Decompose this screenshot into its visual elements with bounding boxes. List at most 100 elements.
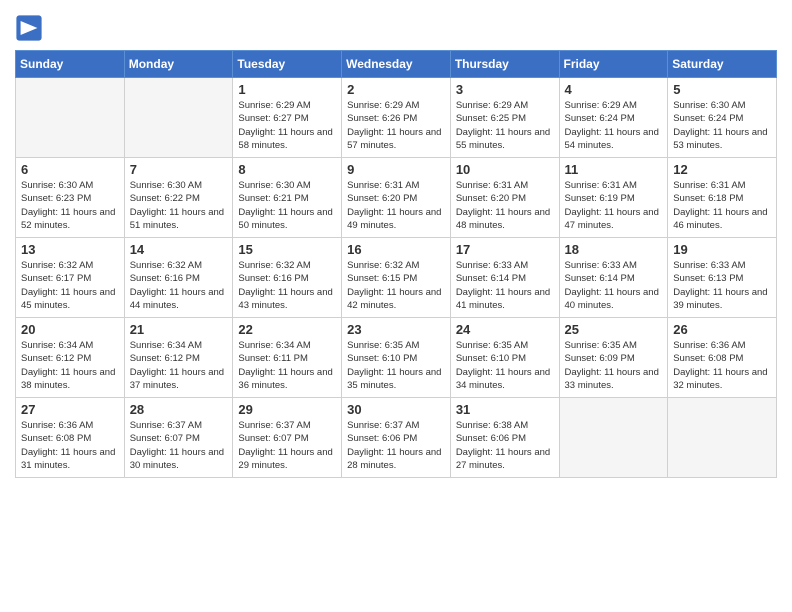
day-info: Sunrise: 6:30 AM Sunset: 6:24 PM Dayligh… xyxy=(673,99,771,152)
calendar-cell xyxy=(559,398,668,478)
calendar-cell: 13 Sunrise: 6:32 AM Sunset: 6:17 PM Dayli… xyxy=(16,238,125,318)
day-number: 21 xyxy=(130,322,228,337)
day-info: Sunrise: 6:36 AM Sunset: 6:08 PM Dayligh… xyxy=(673,339,771,392)
day-info: Sunrise: 6:37 AM Sunset: 6:07 PM Dayligh… xyxy=(238,419,336,472)
day-info: Sunrise: 6:33 AM Sunset: 6:14 PM Dayligh… xyxy=(565,259,663,312)
day-info: Sunrise: 6:31 AM Sunset: 6:19 PM Dayligh… xyxy=(565,179,663,232)
day-number: 19 xyxy=(673,242,771,257)
calendar-cell xyxy=(668,398,777,478)
day-info: Sunrise: 6:34 AM Sunset: 6:11 PM Dayligh… xyxy=(238,339,336,392)
calendar-week-row: 27 Sunrise: 6:36 AM Sunset: 6:08 PM Dayli… xyxy=(16,398,777,478)
calendar-header-row: SundayMondayTuesdayWednesdayThursdayFrid… xyxy=(16,51,777,78)
day-number: 30 xyxy=(347,402,445,417)
column-header-friday: Friday xyxy=(559,51,668,78)
day-number: 22 xyxy=(238,322,336,337)
day-info: Sunrise: 6:30 AM Sunset: 6:22 PM Dayligh… xyxy=(130,179,228,232)
day-number: 2 xyxy=(347,82,445,97)
day-info: Sunrise: 6:35 AM Sunset: 6:09 PM Dayligh… xyxy=(565,339,663,392)
day-number: 16 xyxy=(347,242,445,257)
day-info: Sunrise: 6:29 AM Sunset: 6:24 PM Dayligh… xyxy=(565,99,663,152)
day-number: 6 xyxy=(21,162,119,177)
day-number: 10 xyxy=(456,162,554,177)
calendar-cell: 14Sunrise: 6:32 AM Sunset: 6:16 PM Dayli… xyxy=(124,238,233,318)
calendar-cell: 6Sunrise: 6:30 AM Sunset: 6:23 PM Daylig… xyxy=(16,158,125,238)
column-header-tuesday: Tuesday xyxy=(233,51,342,78)
day-number: 13 xyxy=(21,242,119,257)
calendar-cell: 30 Sunrise: 6:37 AM Sunset: 6:06 PM Dayli… xyxy=(342,398,451,478)
day-number: 3 xyxy=(456,82,554,97)
day-info: Sunrise: 6:34 AM Sunset: 6:12 PM Dayligh… xyxy=(21,339,119,392)
calendar-week-row: 6Sunrise: 6:30 AM Sunset: 6:23 PM Daylig… xyxy=(16,158,777,238)
day-number: 4 xyxy=(565,82,663,97)
calendar-cell: 4 Sunrise: 6:29 AM Sunset: 6:24 PM Daylig… xyxy=(559,78,668,158)
calendar-cell: 15Sunrise: 6:32 AM Sunset: 6:16 PM Dayli… xyxy=(233,238,342,318)
calendar-cell: 1 Sunrise: 6:29 AM Sunset: 6:27 PM Daylig… xyxy=(233,78,342,158)
day-info: Sunrise: 6:31 AM Sunset: 6:20 PM Dayligh… xyxy=(347,179,445,232)
calendar-cell: 22 Sunrise: 6:34 AM Sunset: 6:11 PM Dayli… xyxy=(233,318,342,398)
day-info: Sunrise: 6:29 AM Sunset: 6:25 PM Dayligh… xyxy=(456,99,554,152)
calendar-cell: 24Sunrise: 6:35 AM Sunset: 6:10 PM Dayli… xyxy=(450,318,559,398)
calendar-cell: 20 Sunrise: 6:34 AM Sunset: 6:12 PM Dayli… xyxy=(16,318,125,398)
day-number: 7 xyxy=(130,162,228,177)
calendar-cell: 10 Sunrise: 6:31 AM Sunset: 6:20 PM Dayli… xyxy=(450,158,559,238)
day-number: 12 xyxy=(673,162,771,177)
day-number: 26 xyxy=(673,322,771,337)
day-number: 29 xyxy=(238,402,336,417)
calendar-cell: 21 Sunrise: 6:34 AM Sunset: 6:12 PM Dayli… xyxy=(124,318,233,398)
day-info: Sunrise: 6:32 AM Sunset: 6:16 PM Dayligh… xyxy=(130,259,228,312)
day-number: 24 xyxy=(456,322,554,337)
day-number: 28 xyxy=(130,402,228,417)
day-info: Sunrise: 6:31 AM Sunset: 6:18 PM Dayligh… xyxy=(673,179,771,232)
column-header-saturday: Saturday xyxy=(668,51,777,78)
day-info: Sunrise: 6:31 AM Sunset: 6:20 PM Dayligh… xyxy=(456,179,554,232)
day-number: 9 xyxy=(347,162,445,177)
day-info: Sunrise: 6:29 AM Sunset: 6:26 PM Dayligh… xyxy=(347,99,445,152)
page-header xyxy=(15,10,777,42)
calendar-table: SundayMondayTuesdayWednesdayThursdayFrid… xyxy=(15,50,777,478)
calendar-cell xyxy=(124,78,233,158)
day-info: Sunrise: 6:36 AM Sunset: 6:08 PM Dayligh… xyxy=(21,419,119,472)
calendar-cell: 28 Sunrise: 6:37 AM Sunset: 6:07 PM Dayli… xyxy=(124,398,233,478)
day-number: 15 xyxy=(238,242,336,257)
day-info: Sunrise: 6:32 AM Sunset: 6:15 PM Dayligh… xyxy=(347,259,445,312)
day-number: 17 xyxy=(456,242,554,257)
day-info: Sunrise: 6:34 AM Sunset: 6:12 PM Dayligh… xyxy=(130,339,228,392)
calendar-cell: 12 Sunrise: 6:31 AM Sunset: 6:18 PM Dayli… xyxy=(668,158,777,238)
calendar-cell: 5 Sunrise: 6:30 AM Sunset: 6:24 PM Daylig… xyxy=(668,78,777,158)
day-number: 20 xyxy=(21,322,119,337)
calendar-cell: 26 Sunrise: 6:36 AM Sunset: 6:08 PM Dayli… xyxy=(668,318,777,398)
calendar-cell: 18Sunrise: 6:33 AM Sunset: 6:14 PM Dayli… xyxy=(559,238,668,318)
day-number: 23 xyxy=(347,322,445,337)
day-number: 11 xyxy=(565,162,663,177)
calendar-cell: 7 Sunrise: 6:30 AM Sunset: 6:22 PM Daylig… xyxy=(124,158,233,238)
calendar-cell: 31 Sunrise: 6:38 AM Sunset: 6:06 PM Dayli… xyxy=(450,398,559,478)
day-info: Sunrise: 6:33 AM Sunset: 6:13 PM Dayligh… xyxy=(673,259,771,312)
logo xyxy=(15,14,47,42)
calendar-cell: 25Sunrise: 6:35 AM Sunset: 6:09 PM Dayli… xyxy=(559,318,668,398)
column-header-wednesday: Wednesday xyxy=(342,51,451,78)
day-info: Sunrise: 6:35 AM Sunset: 6:10 PM Dayligh… xyxy=(347,339,445,392)
day-number: 31 xyxy=(456,402,554,417)
day-info: Sunrise: 6:37 AM Sunset: 6:07 PM Dayligh… xyxy=(130,419,228,472)
day-info: Sunrise: 6:37 AM Sunset: 6:06 PM Dayligh… xyxy=(347,419,445,472)
calendar-cell: 19 Sunrise: 6:33 AM Sunset: 6:13 PM Dayli… xyxy=(668,238,777,318)
day-info: Sunrise: 6:32 AM Sunset: 6:17 PM Dayligh… xyxy=(21,259,119,312)
calendar-cell: 16 Sunrise: 6:32 AM Sunset: 6:15 PM Dayli… xyxy=(342,238,451,318)
calendar-cell: 23 Sunrise: 6:35 AM Sunset: 6:10 PM Dayli… xyxy=(342,318,451,398)
column-header-thursday: Thursday xyxy=(450,51,559,78)
day-info: Sunrise: 6:38 AM Sunset: 6:06 PM Dayligh… xyxy=(456,419,554,472)
day-number: 27 xyxy=(21,402,119,417)
calendar-cell: 2 Sunrise: 6:29 AM Sunset: 6:26 PM Daylig… xyxy=(342,78,451,158)
day-number: 5 xyxy=(673,82,771,97)
column-header-monday: Monday xyxy=(124,51,233,78)
day-number: 8 xyxy=(238,162,336,177)
day-info: Sunrise: 6:30 AM Sunset: 6:21 PM Dayligh… xyxy=(238,179,336,232)
calendar-week-row: 1 Sunrise: 6:29 AM Sunset: 6:27 PM Daylig… xyxy=(16,78,777,158)
column-header-sunday: Sunday xyxy=(16,51,125,78)
calendar-cell: 29 Sunrise: 6:37 AM Sunset: 6:07 PM Dayli… xyxy=(233,398,342,478)
day-info: Sunrise: 6:29 AM Sunset: 6:27 PM Dayligh… xyxy=(238,99,336,152)
logo-icon xyxy=(15,14,43,42)
calendar-cell: 9 Sunrise: 6:31 AM Sunset: 6:20 PM Daylig… xyxy=(342,158,451,238)
day-info: Sunrise: 6:33 AM Sunset: 6:14 PM Dayligh… xyxy=(456,259,554,312)
day-number: 1 xyxy=(238,82,336,97)
